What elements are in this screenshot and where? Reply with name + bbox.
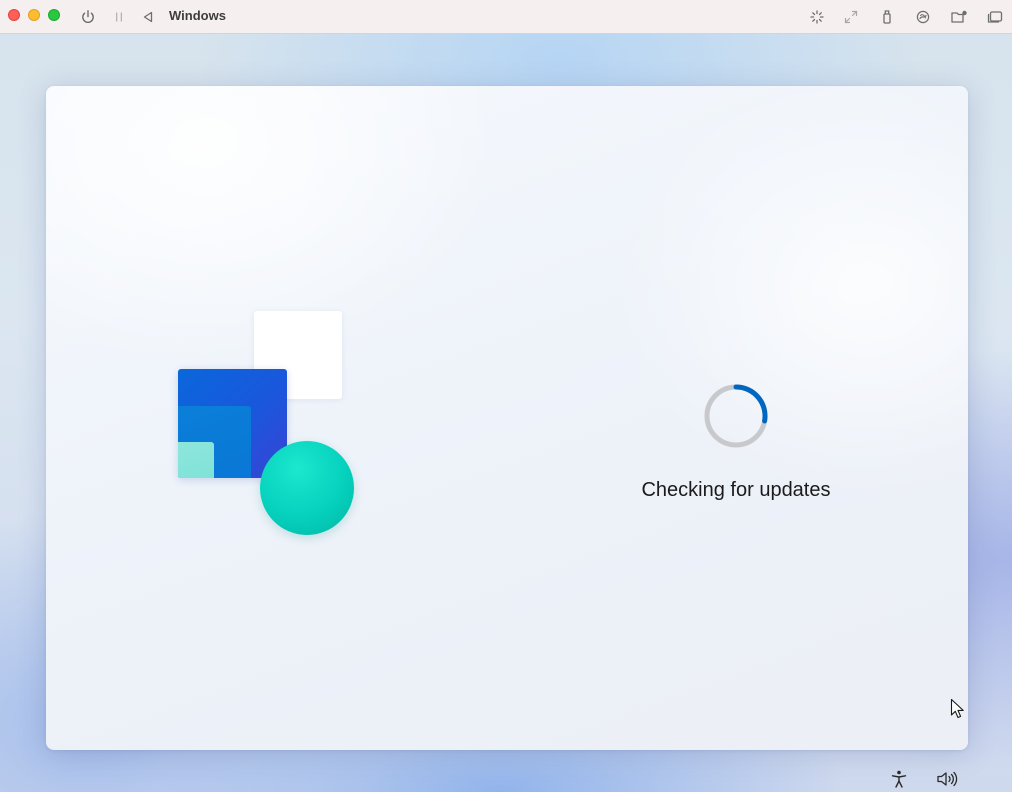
vm-display[interactable]: Checking for updates xyxy=(46,86,968,750)
minimize-button[interactable] xyxy=(28,9,40,21)
window-title: Windows xyxy=(169,8,226,23)
logo-teal-circle xyxy=(260,441,354,535)
windows-switch-icon[interactable] xyxy=(985,7,1005,27)
power-icon[interactable] xyxy=(78,7,98,27)
mouse-cursor-icon xyxy=(950,698,964,719)
back-triangle-icon[interactable] xyxy=(138,7,158,27)
pause-icon[interactable] xyxy=(109,7,129,27)
accessibility-icon[interactable] xyxy=(887,767,911,791)
zoom-button[interactable] xyxy=(48,9,60,21)
resize-arrows-icon[interactable] xyxy=(841,7,861,27)
brightness-icon[interactable] xyxy=(807,7,827,27)
loading-spinner-icon xyxy=(704,384,768,448)
usb-icon[interactable] xyxy=(877,7,897,27)
setup-status-text: Checking for updates xyxy=(641,479,831,501)
sharing-icon[interactable] xyxy=(913,7,933,27)
window-titlebar: Windows xyxy=(0,0,1012,34)
logo-mint-square xyxy=(178,442,214,478)
volume-icon[interactable] xyxy=(935,767,959,791)
close-button[interactable] xyxy=(8,9,20,21)
shared-folder-icon[interactable] xyxy=(949,7,969,27)
